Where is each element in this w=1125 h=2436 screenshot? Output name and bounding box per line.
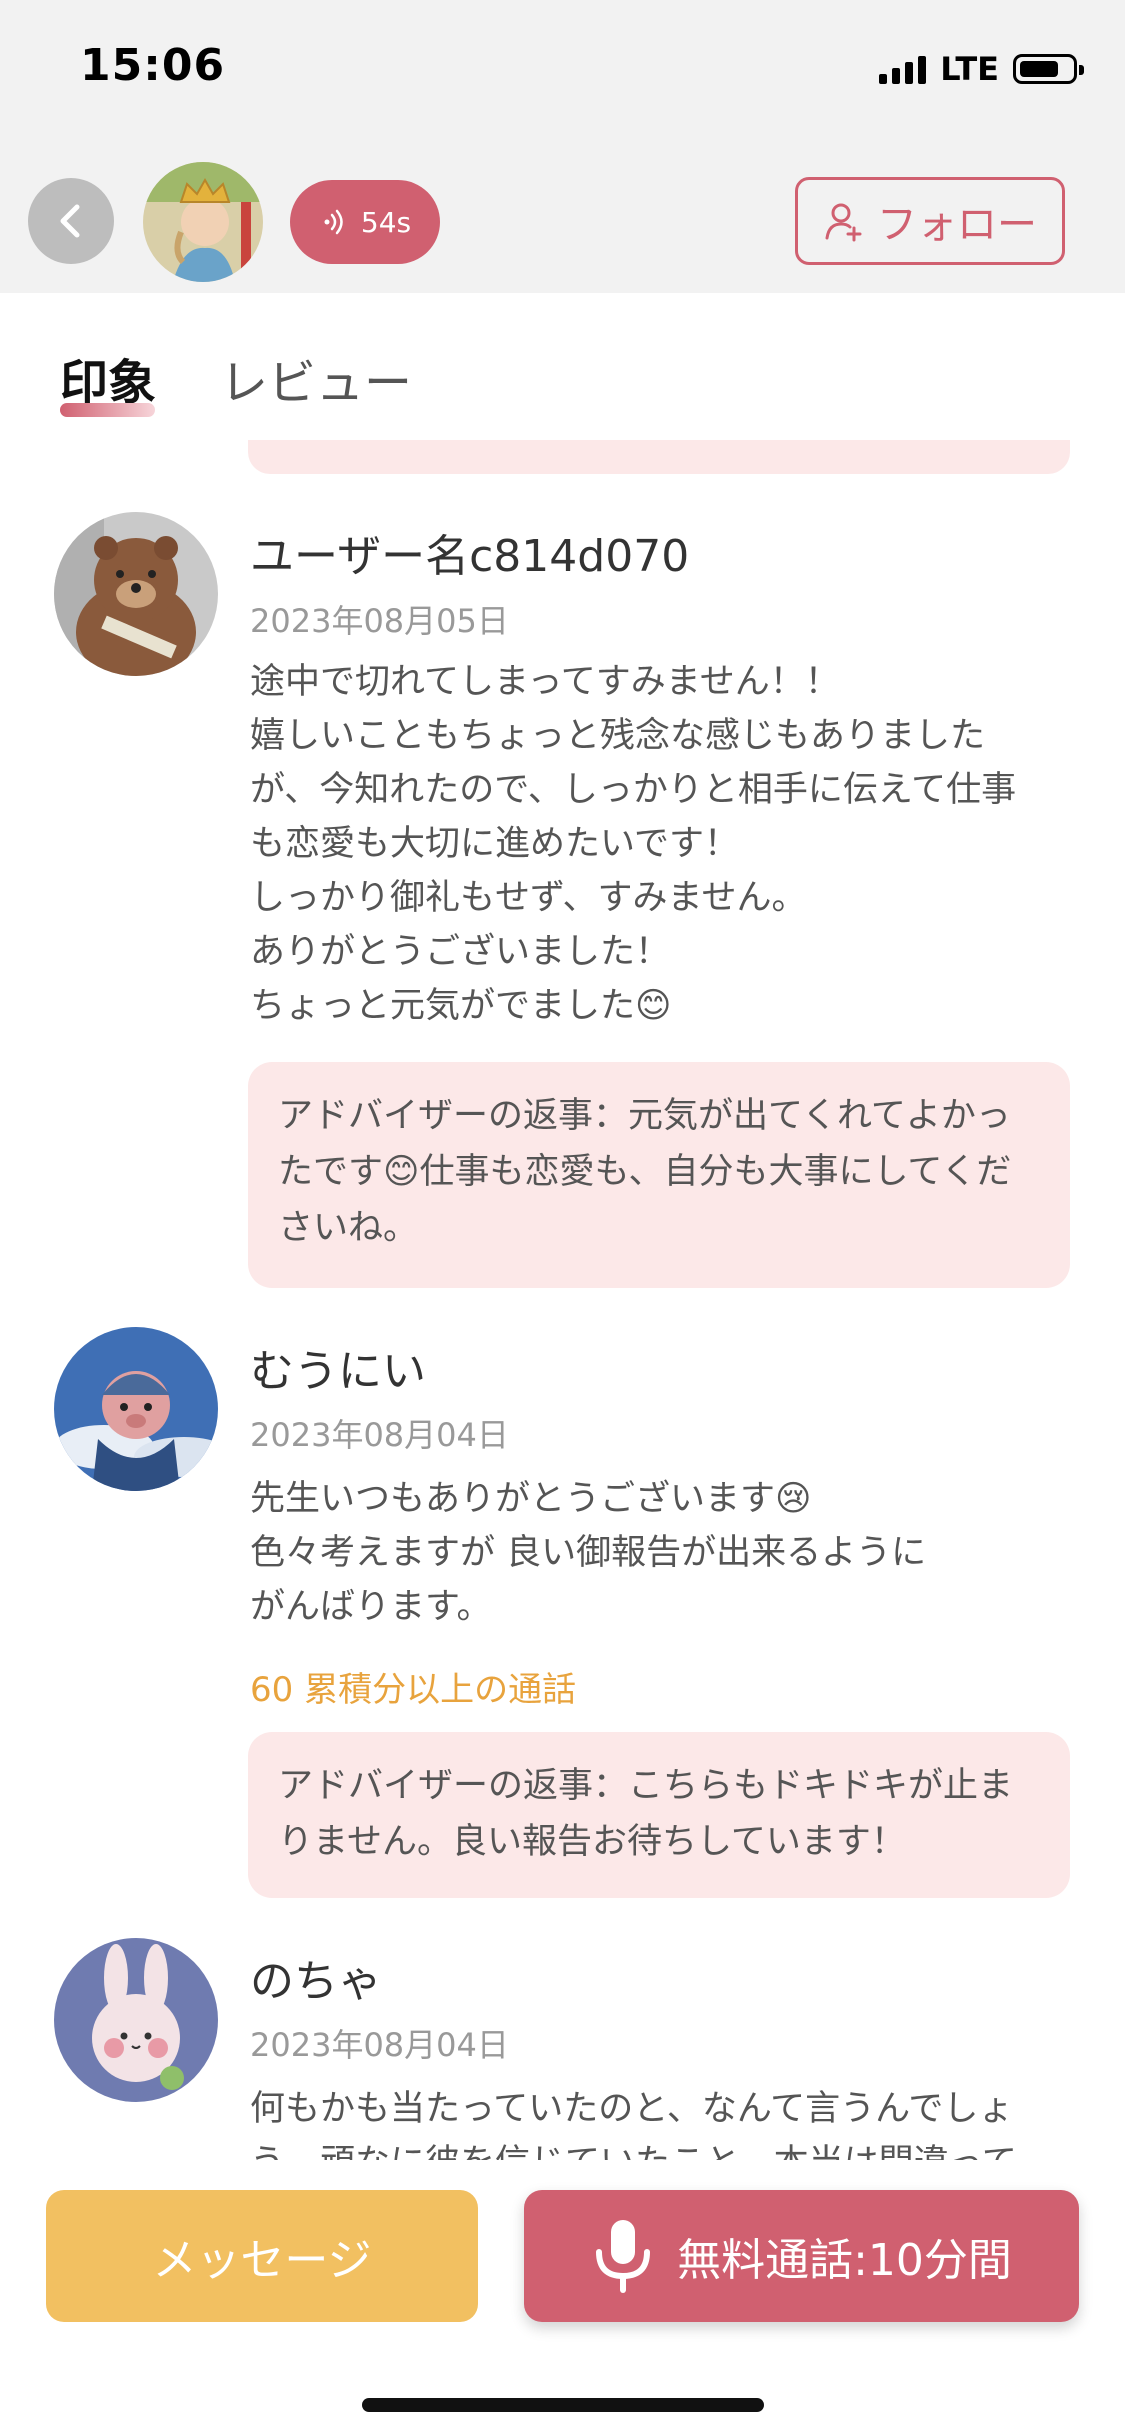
follow-button[interactable]: フォロー (795, 177, 1065, 265)
header-area: 15:06 LTE 54s フォロー (0, 0, 1125, 293)
network-type: LTE (940, 50, 999, 88)
free-call-button[interactable]: 無料通話:10分間 (524, 2190, 1079, 2322)
previous-reply-bubble (248, 440, 1070, 474)
review-username: むうにい (250, 1346, 426, 1397)
review-text: 何もかも当たっていたのと、なんて言うんでしょ う、頑なに彼を信じていたこと、本当… (250, 2089, 1017, 2162)
user-avatar[interactable] (54, 1938, 218, 2102)
review-username: ユーザー名c814d070 (250, 531, 690, 582)
advisor-reply: アドバイザーの返事：元気が出てくれてよかったです😊仕事も恋愛も、自分も大事にして… (248, 1062, 1070, 1288)
status-time: 15:06 (80, 40, 226, 91)
follow-label: フォロー (877, 202, 1037, 248)
free-call-label: 無料通話:10分間 (677, 2235, 1012, 2286)
advisor-reply: アドバイザーの返事：こちらもドキドキが止まりません。良い報告お待ちしています！ (248, 1732, 1070, 1898)
call-timer: 54s (360, 205, 412, 239)
message-button[interactable]: メッセージ (46, 2190, 478, 2322)
call-timer-pill[interactable]: 54s (290, 180, 440, 264)
review-username: のちゃ (250, 1956, 382, 2007)
active-tab-indicator (60, 403, 155, 417)
microphone-icon (596, 2220, 651, 2293)
tab-review[interactable]: レビュー (220, 343, 412, 413)
status-indicators: LTE (879, 50, 1084, 88)
advisor-avatar[interactable] (143, 162, 263, 282)
review-date: 2023年08月04日 (250, 1416, 509, 1454)
review-text: 途中で切れてしまってすみません！！ 嬉しいこともちょっと残念な感じもありました … (250, 662, 1017, 1026)
home-indicator (362, 2398, 764, 2412)
review-date: 2023年08月04日 (250, 2026, 509, 2064)
add-user-icon (825, 203, 862, 242)
signal-icon (879, 54, 927, 84)
review-date: 2023年08月05日 (250, 602, 509, 640)
review-text: 先生いつもありがとうございます😢 色々考えますが 良い御報告が出来るように がん… (250, 1479, 927, 1627)
back-button[interactable] (28, 178, 114, 264)
tab-bar: 印象 レビュー (0, 293, 1125, 443)
call-minutes-badge: 60 累積分以上の通話 (250, 1670, 577, 1710)
chevron-left-icon (60, 204, 80, 238)
battery-icon (1013, 54, 1084, 84)
user-avatar[interactable] (54, 512, 218, 676)
sound-wave-icon (324, 209, 343, 235)
user-avatar[interactable] (54, 1327, 218, 1491)
